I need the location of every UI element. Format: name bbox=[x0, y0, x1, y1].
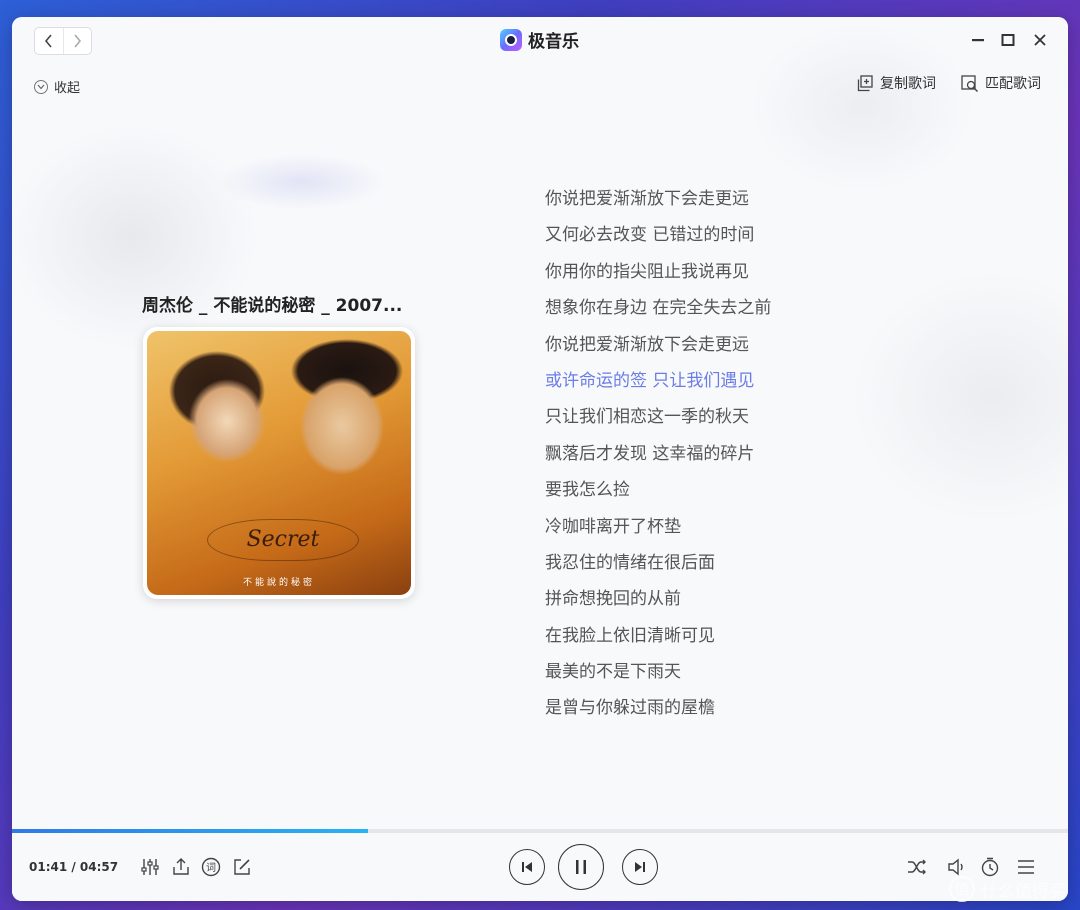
maximize-icon bbox=[1001, 34, 1015, 46]
close-button[interactable] bbox=[1029, 29, 1051, 51]
song-title: 周杰伦 _ 不能说的秘密 _ 2007... bbox=[142, 296, 403, 316]
app-title: 极音乐 bbox=[528, 32, 579, 52]
chevron-down-circle-icon bbox=[34, 79, 48, 94]
app-logo-icon bbox=[500, 28, 522, 51]
pause-button[interactable] bbox=[558, 844, 604, 890]
timer-icon bbox=[981, 857, 999, 877]
pause-icon bbox=[576, 860, 586, 874]
equalizer-button[interactable] bbox=[138, 855, 162, 879]
next-icon bbox=[635, 862, 645, 872]
app-title-group: 极音乐 bbox=[500, 27, 579, 52]
playlist-icon bbox=[1018, 860, 1034, 874]
lyric-line[interactable]: 你用你的指尖阻止我说再见 bbox=[545, 254, 771, 290]
nav-buttons bbox=[34, 27, 92, 55]
copy-lyrics-button[interactable]: 复制歌词 bbox=[857, 73, 936, 93]
watermark: 值 什么值得买 bbox=[949, 876, 1066, 902]
forward-button[interactable] bbox=[62, 28, 92, 54]
previous-button[interactable] bbox=[509, 849, 545, 885]
search-lyrics-icon bbox=[961, 74, 979, 92]
lyric-line[interactable]: 要我怎么捡 bbox=[545, 472, 771, 508]
lyric-line[interactable]: 我忍住的情绪在很后面 bbox=[545, 545, 771, 581]
player-window: 极音乐 收起 复制歌词 匹配歌词 周杰伦 _ 不能说的秘密 _ 2007... … bbox=[12, 17, 1068, 901]
maximize-button[interactable] bbox=[997, 29, 1019, 51]
album-art: Secret 不能說的秘密 bbox=[147, 331, 411, 595]
close-icon bbox=[1034, 34, 1046, 46]
lyric-line[interactable]: 只让我们相恋这一季的秋天 bbox=[545, 399, 771, 435]
album-subtitle: 不能說的秘密 bbox=[242, 578, 315, 588]
lyric-line[interactable]: 拼命想挽回的从前 bbox=[545, 581, 771, 617]
lyric-line[interactable]: 想象你在身边 在完全失去之前 bbox=[545, 290, 771, 326]
match-lyrics-button[interactable]: 匹配歌词 bbox=[961, 73, 1041, 93]
previous-icon bbox=[522, 862, 532, 872]
album-logo: Secret bbox=[207, 519, 359, 561]
lyric-line-active[interactable]: 或许命运的签 只让我们遇见 bbox=[545, 363, 771, 399]
equalizer-icon bbox=[141, 859, 159, 875]
lyric-line[interactable]: 你说把爱渐渐放下会走更远 bbox=[545, 327, 771, 363]
lyrics-panel: 你说把爱渐渐放下会走更远 又何必去改变 已错过的时间 你用你的指尖阻止我说再见 想象你… bbox=[545, 181, 771, 727]
lyric-line[interactable]: 冷咖啡离开了杯垫 bbox=[545, 509, 771, 545]
lyrics-toggle-button[interactable]: 词 bbox=[199, 855, 223, 879]
next-button[interactable] bbox=[622, 849, 658, 885]
lyric-line[interactable]: 飘落后才发现 这幸福的碎片 bbox=[545, 436, 771, 472]
share-icon bbox=[173, 858, 189, 875]
minimize-icon bbox=[972, 39, 984, 42]
match-lyrics-label: 匹配歌词 bbox=[985, 76, 1041, 92]
album-cover: Secret 不能說的秘密 bbox=[143, 327, 415, 599]
svg-text:词: 词 bbox=[206, 862, 216, 874]
share-button[interactable] bbox=[169, 855, 193, 879]
collapse-button[interactable]: 收起 bbox=[34, 77, 80, 96]
chevron-left-icon bbox=[44, 34, 52, 48]
copy-lyrics-label: 复制歌词 bbox=[880, 76, 936, 92]
lyric-line[interactable]: 是曾与你躲过雨的屋檐 bbox=[545, 690, 771, 726]
lyric-line[interactable]: 又何必去改变 已错过的时间 bbox=[545, 217, 771, 253]
lyric-line[interactable]: 最美的不是下雨天 bbox=[545, 654, 771, 690]
chevron-right-icon bbox=[74, 34, 82, 48]
lyrics-icon: 词 bbox=[201, 857, 221, 877]
time-display: 01:41 / 04:57 bbox=[29, 860, 119, 874]
lyric-line[interactable]: 在我脸上依旧清晰可见 bbox=[545, 618, 771, 654]
shuffle-button[interactable] bbox=[905, 855, 929, 879]
back-button[interactable] bbox=[35, 28, 63, 54]
volume-icon bbox=[948, 858, 963, 876]
minimize-button[interactable] bbox=[967, 29, 989, 51]
edit-button[interactable] bbox=[230, 855, 254, 879]
copy-icon bbox=[857, 74, 873, 91]
watermark-icon: 值 bbox=[949, 876, 975, 902]
collapse-label: 收起 bbox=[54, 81, 81, 96]
shuffle-icon bbox=[908, 859, 926, 875]
lyric-line[interactable]: 你说把爱渐渐放下会走更远 bbox=[545, 181, 771, 217]
title-bar: 极音乐 bbox=[12, 17, 1068, 63]
edit-icon bbox=[234, 859, 250, 875]
player-controls: 01:41 / 04:57 词 bbox=[12, 833, 1068, 901]
watermark-text: 什么值得买 bbox=[981, 881, 1066, 902]
